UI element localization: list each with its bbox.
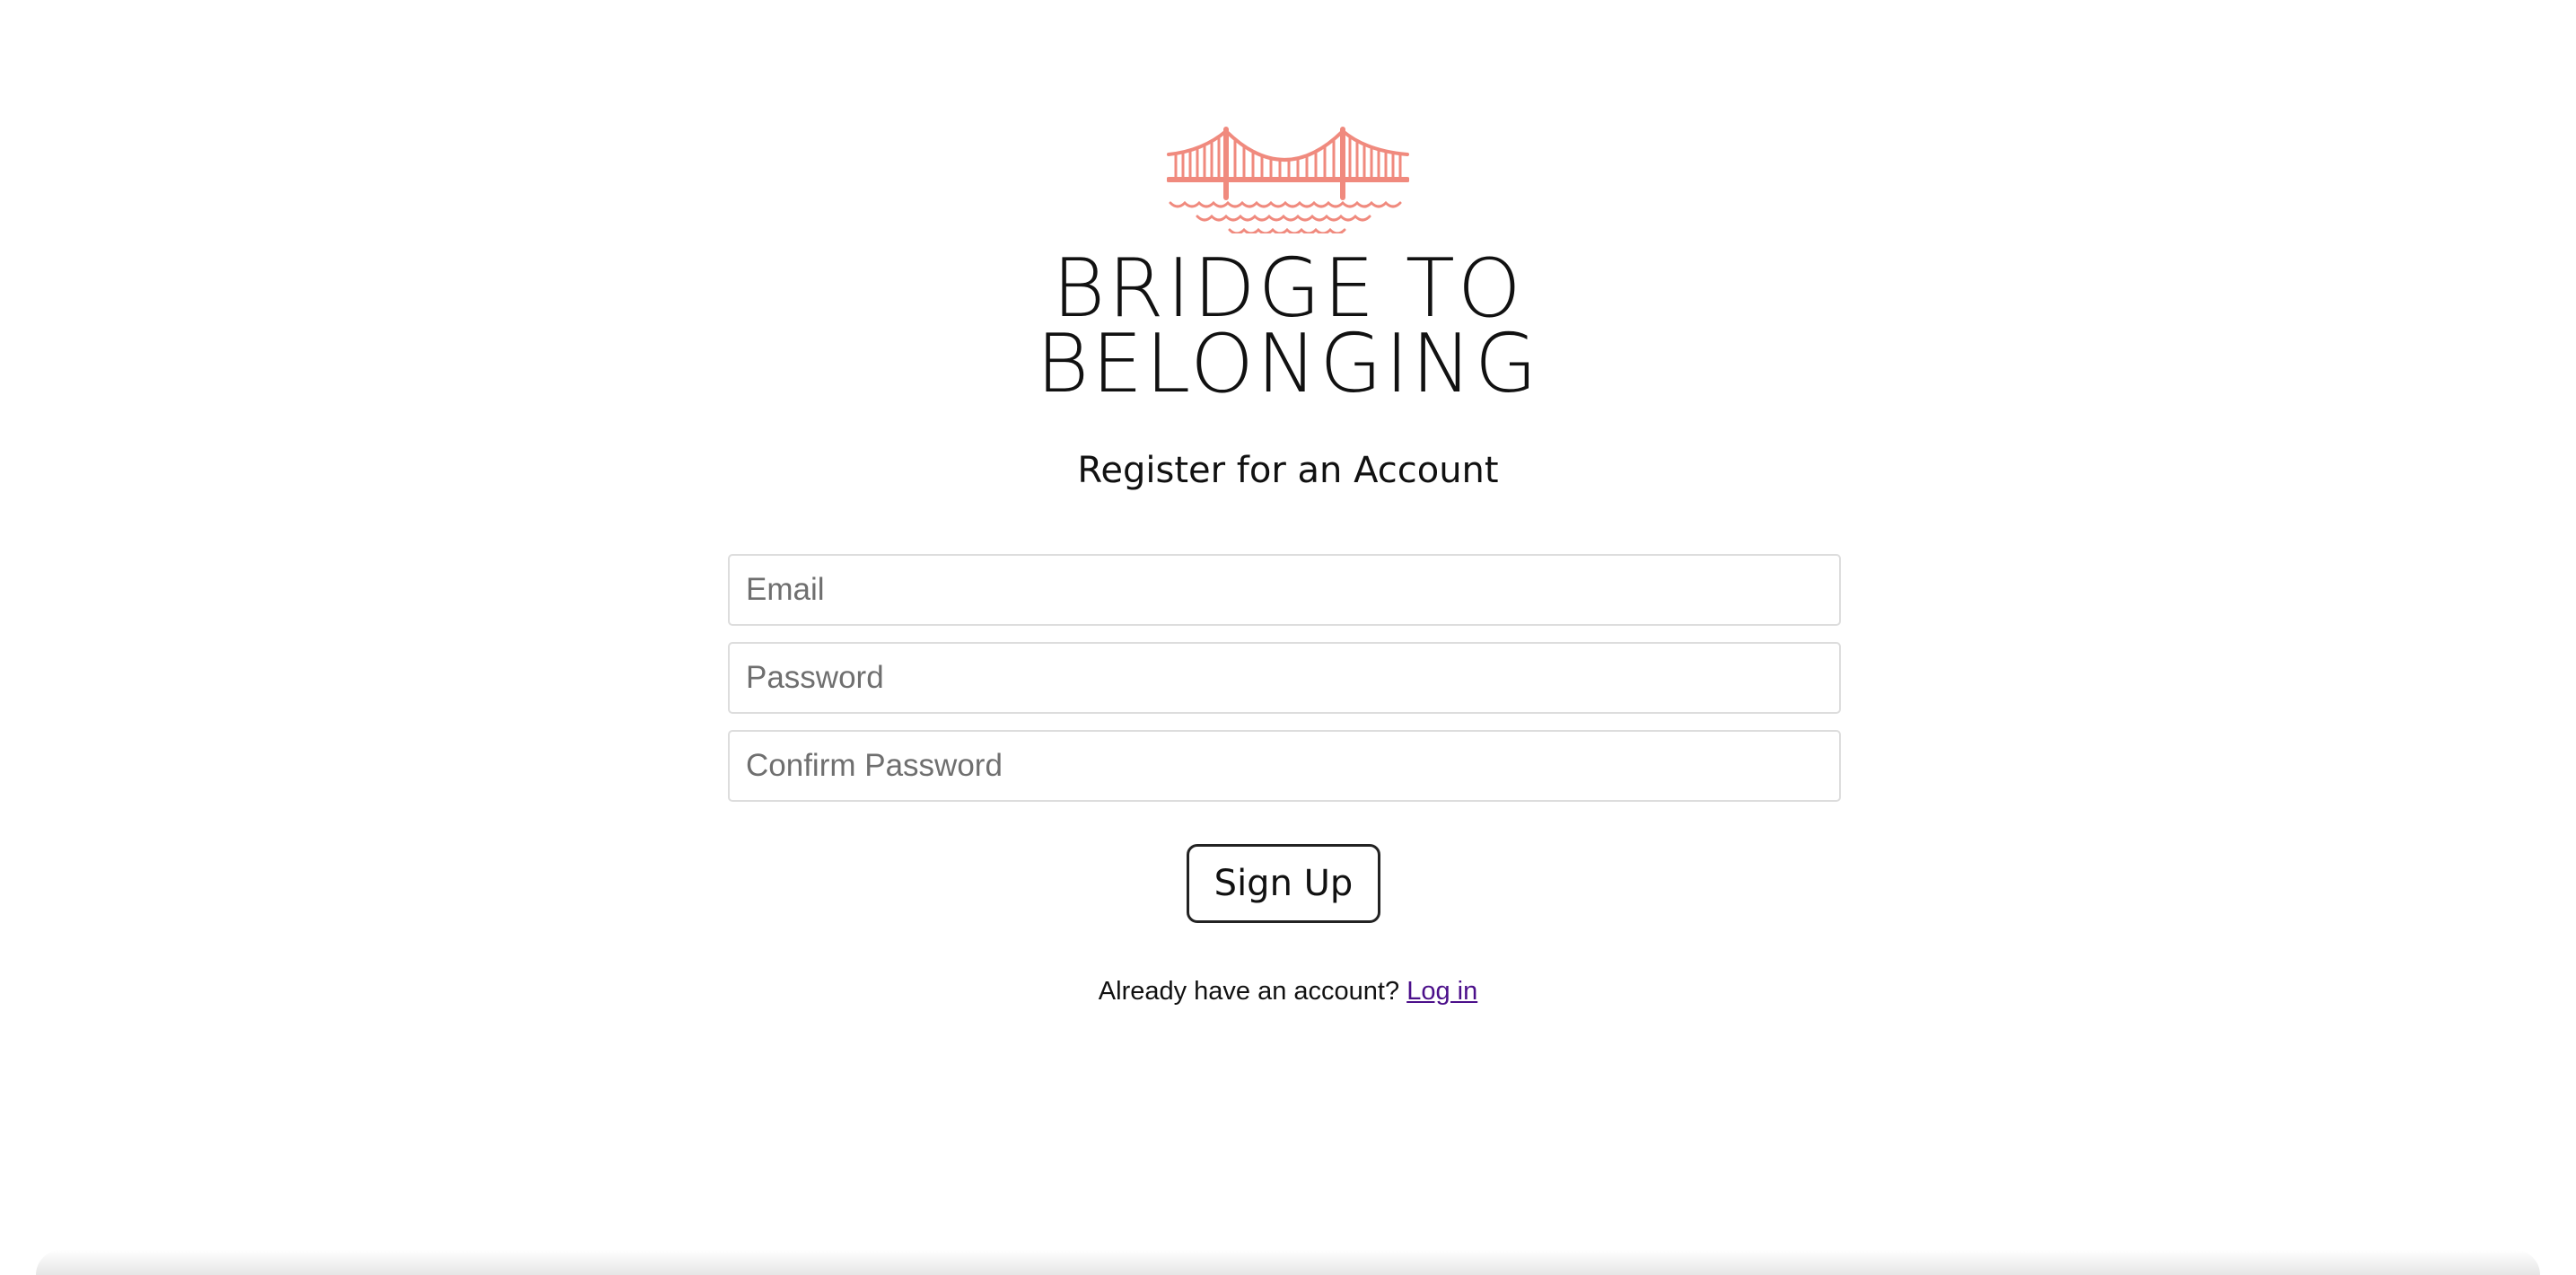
email-field[interactable] [728, 554, 1841, 626]
brand-name-line-2: BELONGING [1036, 317, 1540, 411]
window-bottom-edge [36, 1250, 2540, 1275]
register-form [728, 554, 1841, 818]
login-prompt: Already have an account? Log in [0, 973, 2576, 1009]
password-field[interactable] [728, 642, 1841, 714]
login-link[interactable]: Log in [1406, 977, 1477, 1006]
page-title: Register for an Account [1077, 450, 1499, 491]
sign-up-button[interactable]: Sign Up [1187, 844, 1380, 923]
brand-name-line-1: BRIDGE TO [1052, 242, 1524, 336]
bridge-icon [1167, 127, 1409, 233]
login-prompt-text: Already have an account? [1098, 977, 1407, 1006]
brand-name: BRIDGE TO BELONGING [1036, 242, 1540, 411]
brand-logo: BRIDGE TO BELONGING [0, 126, 2576, 411]
confirm-password-field[interactable] [728, 730, 1841, 802]
